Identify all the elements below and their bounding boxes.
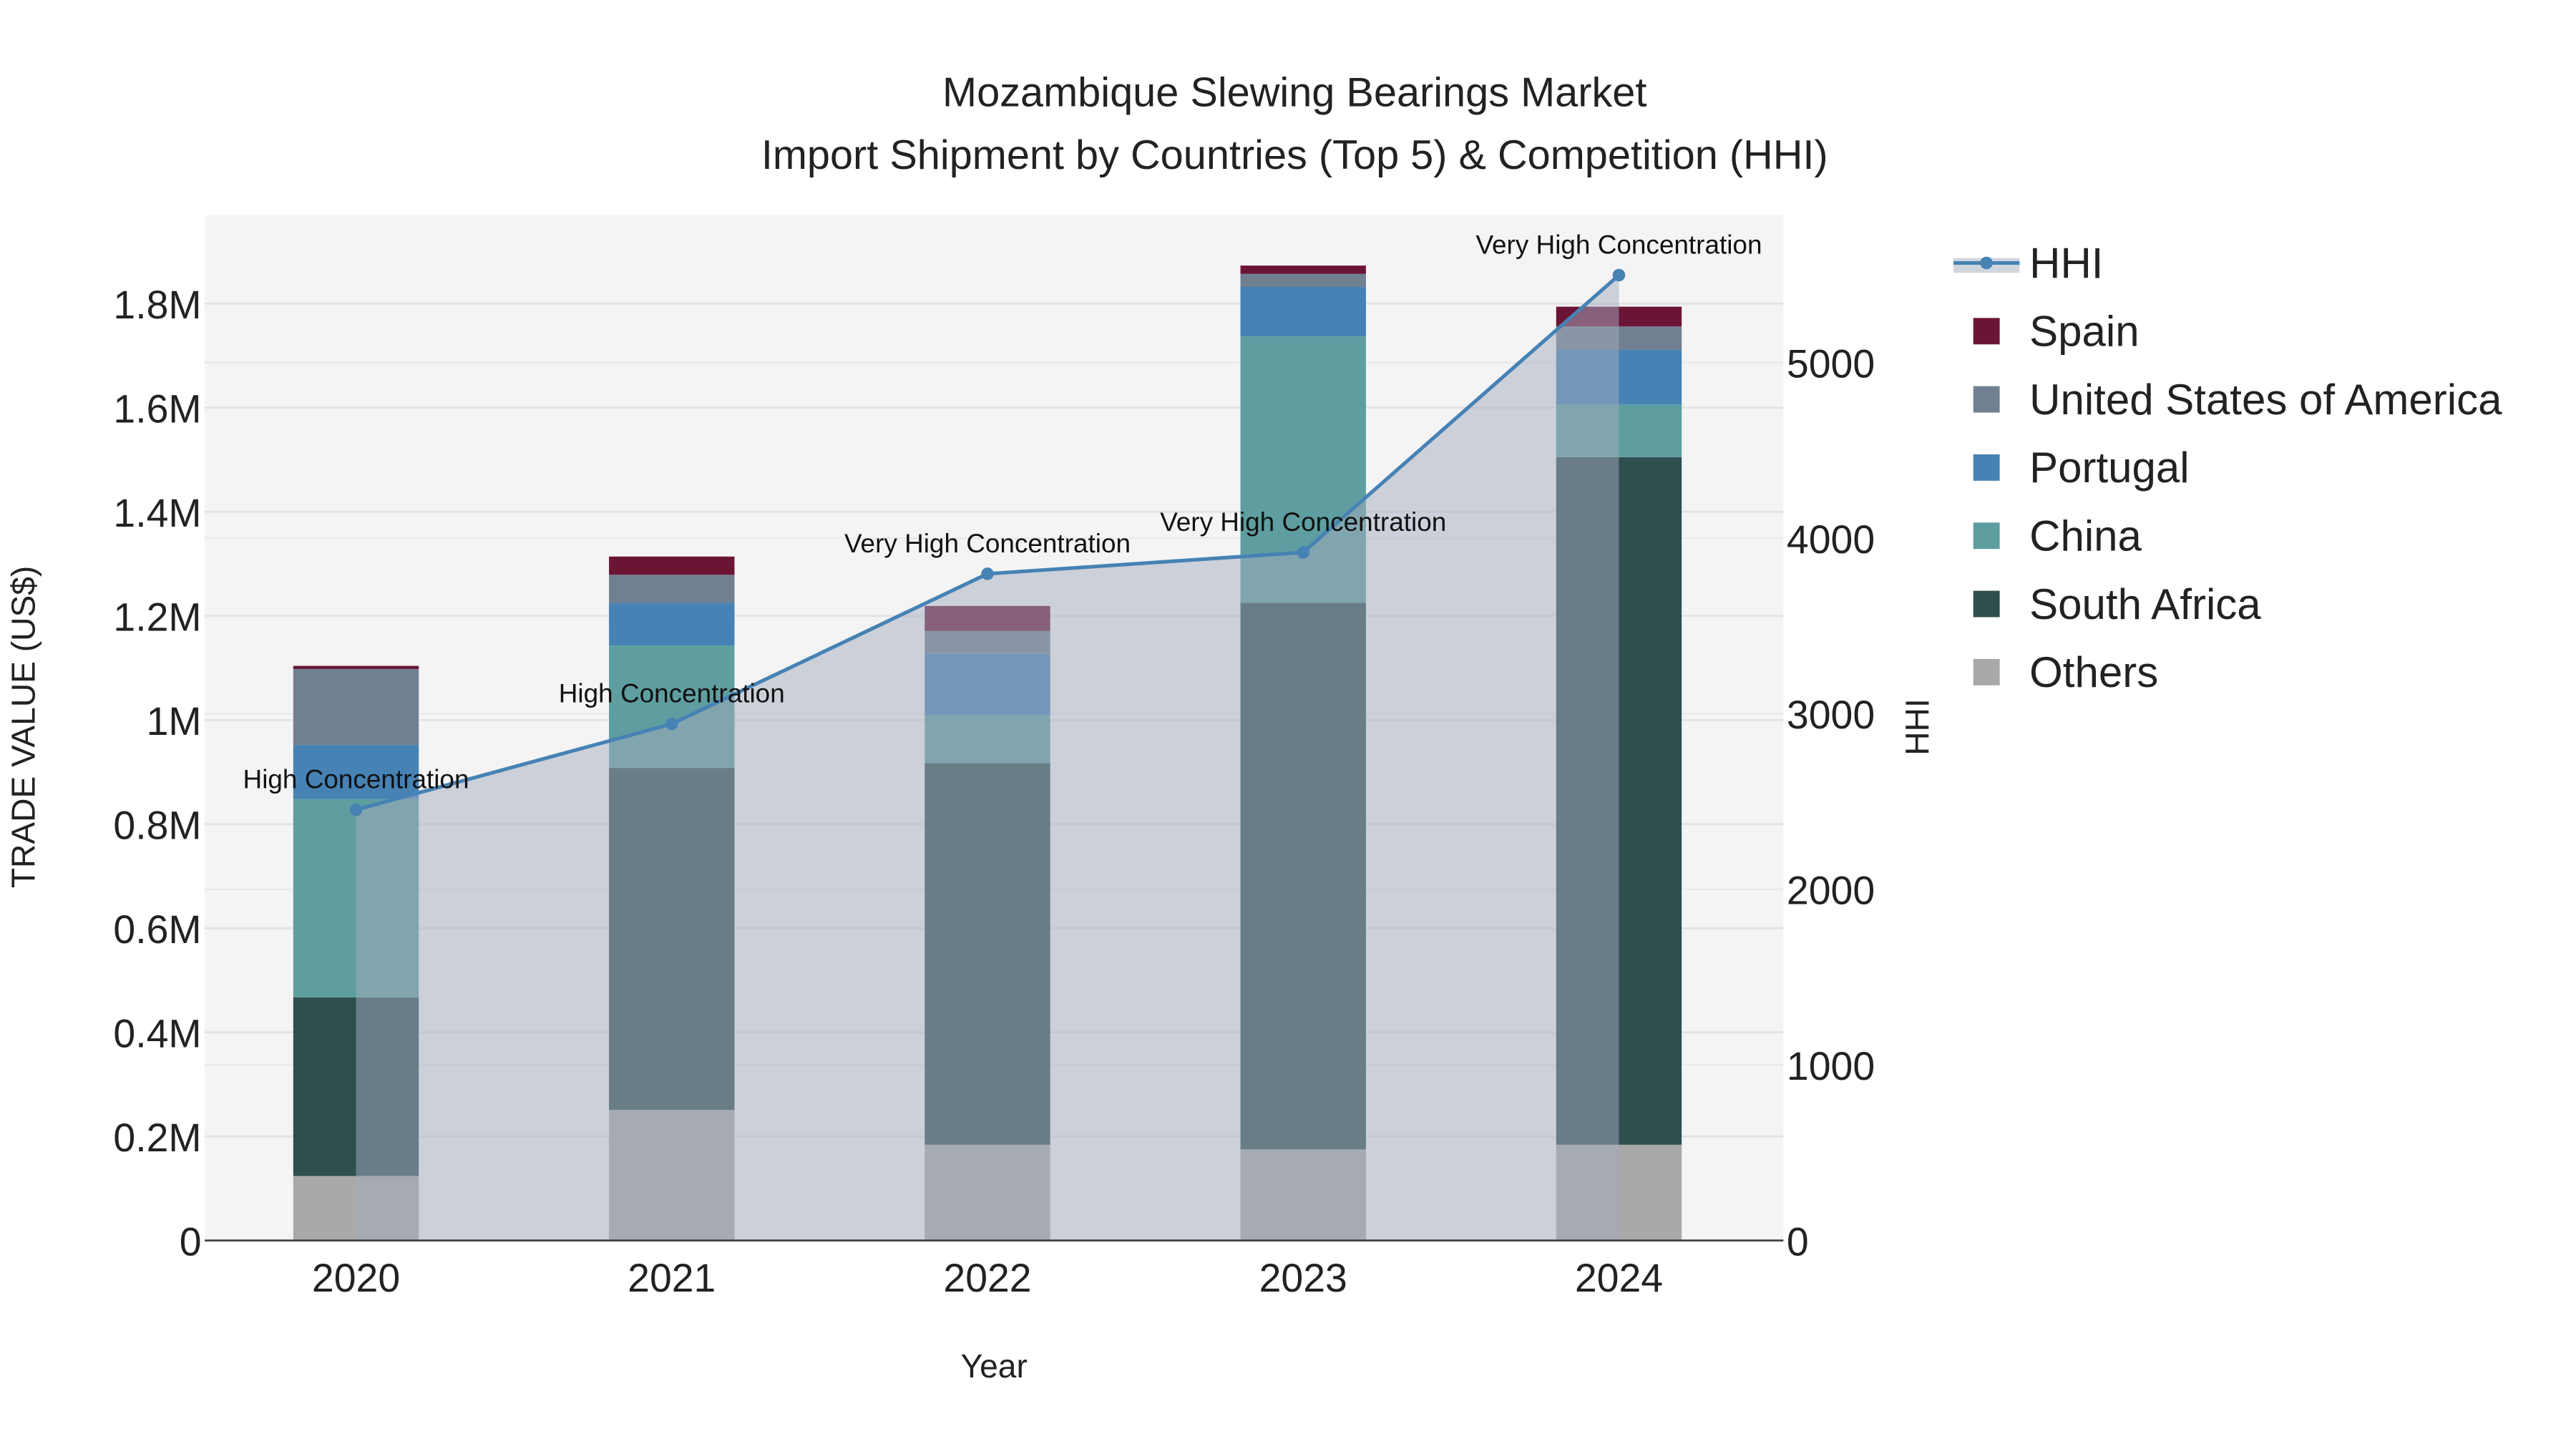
hhi-point-2023 bbox=[1297, 546, 1309, 559]
y-tick-label: 0.4M bbox=[113, 1011, 201, 1055]
y2-tick-label: 3000 bbox=[1787, 693, 1875, 737]
chart-title: Mozambique Slewing Bearings Market bbox=[942, 69, 1646, 115]
y2-tick-label: 5000 bbox=[1787, 341, 1875, 386]
hhi-annotation: Very High Concentration bbox=[1160, 507, 1446, 537]
y-tick-label: 1.2M bbox=[113, 595, 201, 639]
legend-swatch bbox=[1973, 590, 2000, 618]
y2-axis-ticks: 0 1000 2000 3000 4000 5000 bbox=[1787, 341, 1875, 1264]
bar-spain-2023 bbox=[1240, 265, 1366, 274]
legend-marker bbox=[1980, 256, 1993, 270]
hhi-point-2021 bbox=[665, 717, 678, 731]
y-tick-label: 0.8M bbox=[113, 803, 201, 847]
chart: High Concentration High Concentration Very… bbox=[4, 69, 2502, 1385]
legend-item-united-states-of-america[interactable]: United States of America bbox=[1973, 376, 2502, 424]
bar-united-states-of-america-2023 bbox=[1240, 273, 1366, 287]
legend-item-hhi[interactable]: HHI bbox=[1953, 239, 2103, 287]
x-axis-title: Year bbox=[961, 1347, 1028, 1385]
hhi-annotation: Very High Concentration bbox=[1475, 230, 1762, 260]
legend: HHI Spain United States of America Portugal… bbox=[1953, 239, 2502, 696]
hhi-annotation: Very High Concentration bbox=[844, 529, 1131, 558]
legend-label: Portugal bbox=[2029, 444, 2189, 492]
x-tick-label: 2022 bbox=[943, 1256, 1031, 1300]
y-tick-label: 1M bbox=[147, 699, 202, 743]
bar-portugal-2023 bbox=[1240, 286, 1366, 337]
y-tick-label: 0 bbox=[180, 1219, 202, 1264]
x-tick-label: 2021 bbox=[628, 1256, 716, 1300]
bar-united-states-of-america-2021 bbox=[609, 575, 735, 603]
legend-label: South Africa bbox=[2029, 580, 2261, 628]
legend-label: China bbox=[2029, 512, 2142, 560]
bar-spain-2020 bbox=[293, 665, 419, 669]
y-tick-label: 1.8M bbox=[113, 283, 201, 327]
legend-item-others[interactable]: Others bbox=[1973, 648, 2159, 696]
hhi-point-2024 bbox=[1612, 268, 1626, 282]
y2-tick-label: 0 bbox=[1787, 1219, 1809, 1264]
bar-portugal-2021 bbox=[609, 602, 735, 646]
y-tick-label: 0.2M bbox=[113, 1116, 201, 1160]
y2-tick-label: 1000 bbox=[1787, 1044, 1875, 1088]
hhi-annotation: High Concentration bbox=[559, 679, 785, 708]
legend-swatch bbox=[1973, 658, 2000, 686]
x-tick-label: 2020 bbox=[312, 1256, 400, 1300]
x-tick-label: 2023 bbox=[1259, 1256, 1347, 1300]
hhi-annotation: High Concentration bbox=[243, 765, 469, 794]
y2-tick-label: 2000 bbox=[1787, 869, 1875, 913]
y-tick-label: 1.4M bbox=[113, 491, 201, 535]
legend-item-south-africa[interactable]: South Africa bbox=[1973, 580, 2262, 628]
legend-item-portugal[interactable]: Portugal bbox=[1973, 444, 2190, 492]
y-tick-label: 1.6M bbox=[113, 387, 201, 431]
legend-label: Spain bbox=[2029, 308, 2139, 356]
legend-swatch bbox=[1973, 522, 2000, 550]
y-axis-title: TRADE VALUE (US$) bbox=[4, 566, 42, 888]
legend-label: Others bbox=[2029, 648, 2158, 696]
legend-label: United States of America bbox=[2029, 376, 2502, 424]
legend-swatch bbox=[1973, 318, 2000, 345]
legend-label: HHI bbox=[2029, 239, 2103, 287]
bar-spain-2021 bbox=[609, 556, 735, 575]
legend-item-china[interactable]: China bbox=[1973, 512, 2142, 560]
hhi-point-2020 bbox=[349, 803, 363, 816]
bar-united-states-of-america-2020 bbox=[293, 668, 419, 746]
hhi-point-2022 bbox=[981, 567, 994, 580]
y2-tick-label: 4000 bbox=[1787, 517, 1875, 562]
x-tick-label: 2024 bbox=[1575, 1256, 1663, 1300]
x-axis-ticks: 2020 2021 2022 2023 2024 bbox=[312, 1256, 1663, 1300]
legend-swatch bbox=[1973, 386, 2000, 413]
legend-item-spain[interactable]: Spain bbox=[1973, 308, 2140, 356]
chart-subtitle: Import Shipment by Countries (Top 5) & C… bbox=[761, 132, 1828, 178]
legend-swatch bbox=[1973, 454, 2000, 481]
y-tick-label: 0.6M bbox=[113, 907, 201, 952]
y2-axis-title: HHI bbox=[1898, 698, 1936, 755]
y-axis-ticks: 0 0.2M 0.4M 0.6M 0.8M 1M 1.2M 1.4M 1.6M 1.8M bbox=[113, 283, 201, 1264]
